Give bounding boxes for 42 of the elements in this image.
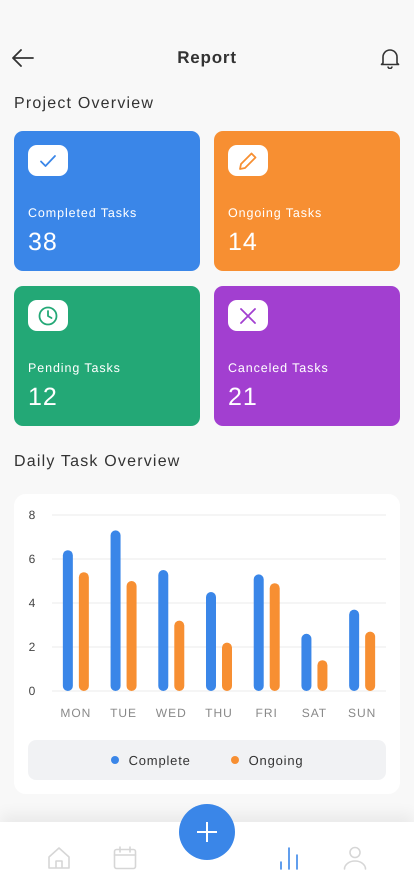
card-count: 12: [28, 383, 58, 412]
chart-bar: [317, 660, 328, 691]
axis-category-label: SAT: [302, 706, 328, 720]
axis-tick-label: 8: [28, 508, 36, 522]
axis-category-label: WED: [156, 706, 187, 720]
axis-category-label: SUN: [348, 706, 376, 720]
axis-tick-label: 0: [28, 684, 36, 698]
legend-label: Complete: [128, 752, 191, 768]
page-title: Report: [177, 48, 237, 68]
axis-tick-label: 4: [28, 596, 36, 610]
chart-bar: [222, 642, 232, 691]
card-label: Pending Tasks: [28, 361, 121, 375]
axis-tick-label: 2: [28, 640, 36, 654]
axis-category-label: THU: [205, 706, 233, 720]
card-label: Canceled Tasks: [228, 361, 329, 375]
clock-icon: [28, 300, 68, 331]
card-count: 21: [228, 383, 258, 412]
card-count: 14: [228, 228, 258, 257]
card-count: 38: [28, 228, 58, 257]
bar-chart-icon[interactable]: [277, 846, 301, 870]
check-icon: [28, 145, 68, 176]
card-label: Ongoing Tasks: [228, 206, 322, 220]
pencil-icon: [228, 145, 268, 176]
bell-icon[interactable]: [380, 48, 400, 68]
chart-bar: [365, 632, 376, 691]
card-label: Completed Tasks: [28, 206, 138, 220]
task-card[interactable]: Canceled Tasks 21: [214, 286, 400, 426]
axis-tick-label: 6: [28, 552, 36, 566]
section-title: Project Overview: [14, 94, 156, 114]
chart-bar: [174, 620, 184, 691]
back-arrow-icon[interactable]: [12, 49, 34, 67]
section-title: Daily Task Overview: [14, 452, 182, 472]
task-card[interactable]: Ongoing Tasks 14: [214, 131, 400, 271]
axis-category-label: MON: [60, 706, 92, 720]
axis-category-label: FRI: [256, 706, 278, 720]
plus-icon: [196, 821, 218, 843]
task-card[interactable]: Pending Tasks 12: [14, 286, 200, 426]
chart-bar: [301, 634, 312, 691]
legend-label: Ongoing: [248, 752, 304, 768]
task-card[interactable]: Completed Tasks 38: [14, 131, 200, 271]
cross-icon: [228, 300, 268, 331]
axis-category-label: TUE: [110, 706, 138, 720]
